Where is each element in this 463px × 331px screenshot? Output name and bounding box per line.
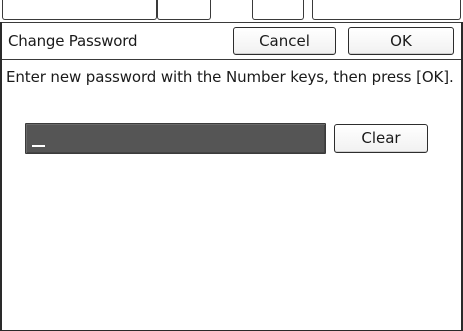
cancel-button[interactable]: Cancel [233, 27, 336, 55]
dialog-title-bar: Change Password Cancel OK [2, 22, 461, 60]
background-tab-strip [0, 0, 463, 22]
background-tab [312, 0, 461, 20]
background-tab [252, 0, 304, 20]
page-title: Change Password [8, 32, 138, 50]
clear-button[interactable]: Clear [334, 124, 428, 153]
ok-button[interactable]: OK [348, 27, 454, 55]
background-tab [157, 0, 211, 20]
instruction-text: Enter new password with the Number keys,… [6, 68, 454, 86]
input-cursor [32, 145, 45, 147]
background-tab [2, 0, 157, 20]
password-field[interactable] [25, 123, 326, 154]
